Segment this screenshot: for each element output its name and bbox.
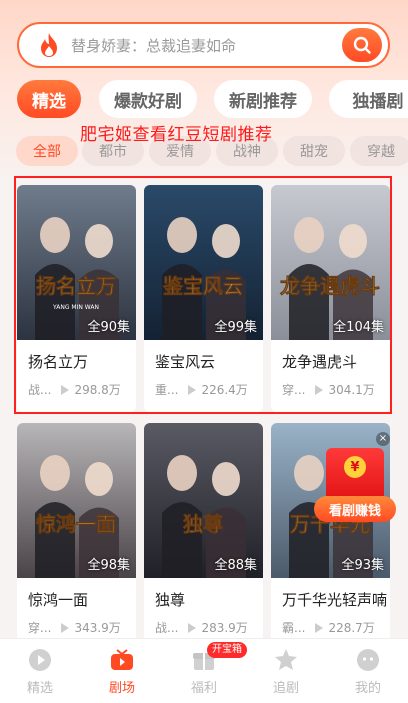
genre-all[interactable]: 全部 xyxy=(16,136,78,166)
nav-theater[interactable]: 剧场 xyxy=(92,639,152,703)
coin-icon: ¥ xyxy=(344,456,366,478)
play-count-icon xyxy=(315,384,324,395)
tab-new-dramas[interactable]: 新剧推荐 xyxy=(214,80,312,118)
play-count-icon xyxy=(188,622,197,633)
drama-meta: 重... 226.4万 xyxy=(155,381,248,398)
close-icon[interactable]: × xyxy=(376,432,390,446)
episode-count: 全99集 xyxy=(214,320,257,335)
star-icon xyxy=(275,649,297,670)
drama-card[interactable]: 独尊 全88集 独尊 战... 283.9万 xyxy=(144,423,263,650)
play-count-icon xyxy=(188,384,197,395)
episode-count: 全90集 xyxy=(87,320,130,335)
genre-sweet[interactable]: 甜宠 xyxy=(283,136,345,166)
drama-title: 惊鸿一面 xyxy=(28,591,89,609)
drama-views: 228.7万 xyxy=(328,621,375,635)
svg-text:鉴宝风云: 鉴宝风云 xyxy=(162,274,243,298)
episode-count: 全93集 xyxy=(341,558,384,573)
drama-genre: 战... xyxy=(155,621,179,635)
nav-label: 我的 xyxy=(354,681,381,696)
nav-welfare[interactable]: 开宝箱 福利 xyxy=(174,639,247,703)
play-count-icon xyxy=(61,622,70,633)
drama-genre: 战... xyxy=(28,383,52,397)
poster-image: 扬名立万 YANG MIN WAN 全90集 xyxy=(17,185,136,340)
svg-text:惊鸿一面: 惊鸿一面 xyxy=(36,512,116,536)
drama-card[interactable]: 鉴宝风云 全99集 鉴宝风云 重... 226.4万 xyxy=(144,185,263,412)
flame-icon xyxy=(31,27,67,63)
nav-label: 剧场 xyxy=(108,681,135,696)
drama-meta: 霸... 228.7万 xyxy=(282,619,375,636)
drama-views: 304.1万 xyxy=(328,383,375,397)
play-count-icon xyxy=(61,384,70,395)
drama-meta: 穿... 304.1万 xyxy=(282,381,375,398)
poster-image: 鉴宝风云 全99集 xyxy=(144,185,263,340)
bottom-nav: 精选 剧场 开宝箱 福利 追剧 我的 xyxy=(0,638,408,703)
drama-title: 鉴宝风云 xyxy=(155,353,216,371)
drama-views: 226.4万 xyxy=(201,383,248,397)
drama-views: 283.9万 xyxy=(201,621,248,635)
drama-meta: 穿... 343.9万 xyxy=(28,619,121,636)
search-button[interactable] xyxy=(342,28,382,62)
category-tabs: 精选 爆款好剧 新剧推荐 独播剧 xyxy=(17,80,408,120)
drama-genre: 穿... xyxy=(28,621,52,635)
search-icon xyxy=(353,36,371,54)
search-bar[interactable]: 替身娇妻：总裁追妻如命 xyxy=(17,22,390,68)
genre-time-travel[interactable]: 穿越 xyxy=(350,136,408,166)
drama-meta: 战... 283.9万 xyxy=(155,619,248,636)
promo-label: 看剧赚钱 xyxy=(314,496,396,522)
drama-card[interactable]: 龙争遇虎斗 全104集 龙争遇虎斗 穿... 304.1万 xyxy=(271,185,390,412)
nav-label: 追剧 xyxy=(272,681,299,696)
drama-card[interactable]: 惊鸿一面 全98集 惊鸿一面 穿... 343.9万 xyxy=(17,423,136,650)
nav-following[interactable]: 追剧 xyxy=(256,639,316,703)
nav-featured[interactable]: 精选 xyxy=(10,639,70,703)
episode-count: 全104集 xyxy=(333,320,384,335)
tab-exclusive[interactable]: 独播剧 xyxy=(329,80,408,118)
treasure-badge: 开宝箱 xyxy=(207,642,247,658)
drama-title: 龙争遇虎斗 xyxy=(282,353,358,371)
drama-title: 独尊 xyxy=(155,591,186,609)
svg-text:龙争遇虎斗: 龙争遇虎斗 xyxy=(280,274,380,298)
tv-icon xyxy=(111,649,133,670)
nav-label: 精选 xyxy=(26,681,53,696)
search-input[interactable]: 替身娇妻：总裁追妻如命 xyxy=(71,35,342,56)
play-count-icon xyxy=(315,622,324,633)
drama-title: 扬名立万 xyxy=(28,353,89,371)
svg-text:扬名立万: 扬名立万 xyxy=(36,274,116,298)
svg-text:独尊: 独尊 xyxy=(183,512,223,536)
user-face-icon xyxy=(357,649,379,671)
drama-genre: 穿... xyxy=(282,383,306,397)
nav-label: 福利 xyxy=(190,681,217,696)
poster-image: 龙争遇虎斗 全104集 xyxy=(271,185,390,340)
drama-card[interactable]: 扬名立万 YANG MIN WAN 全90集 扬名立万 战... 298.8万 xyxy=(17,185,136,412)
drama-views: 343.9万 xyxy=(74,621,121,635)
drama-genre: 重... xyxy=(155,383,179,397)
poster-image: 独尊 全88集 xyxy=(144,423,263,578)
drama-genre: 霸... xyxy=(282,621,306,635)
play-circle-icon xyxy=(29,649,51,671)
episode-count: 全88集 xyxy=(214,558,257,573)
overlay-caption: 肥宅姬查看红豆短剧推荐 xyxy=(80,125,273,145)
drama-views: 298.8万 xyxy=(74,383,121,397)
nav-mine[interactable]: 我的 xyxy=(338,639,398,703)
tab-featured[interactable]: 精选 xyxy=(17,80,81,118)
drama-title: 万千华光轻声喃 xyxy=(282,591,388,609)
earn-money-promo[interactable]: × ¥ 看剧赚钱 xyxy=(314,432,396,530)
svg-text:YANG MIN WAN: YANG MIN WAN xyxy=(52,304,99,311)
episode-count: 全98集 xyxy=(87,558,130,573)
drama-meta: 战... 298.8万 xyxy=(28,381,121,398)
tab-hot-dramas[interactable]: 爆款好剧 xyxy=(99,80,197,118)
poster-image: 惊鸿一面 全98集 xyxy=(17,423,136,578)
